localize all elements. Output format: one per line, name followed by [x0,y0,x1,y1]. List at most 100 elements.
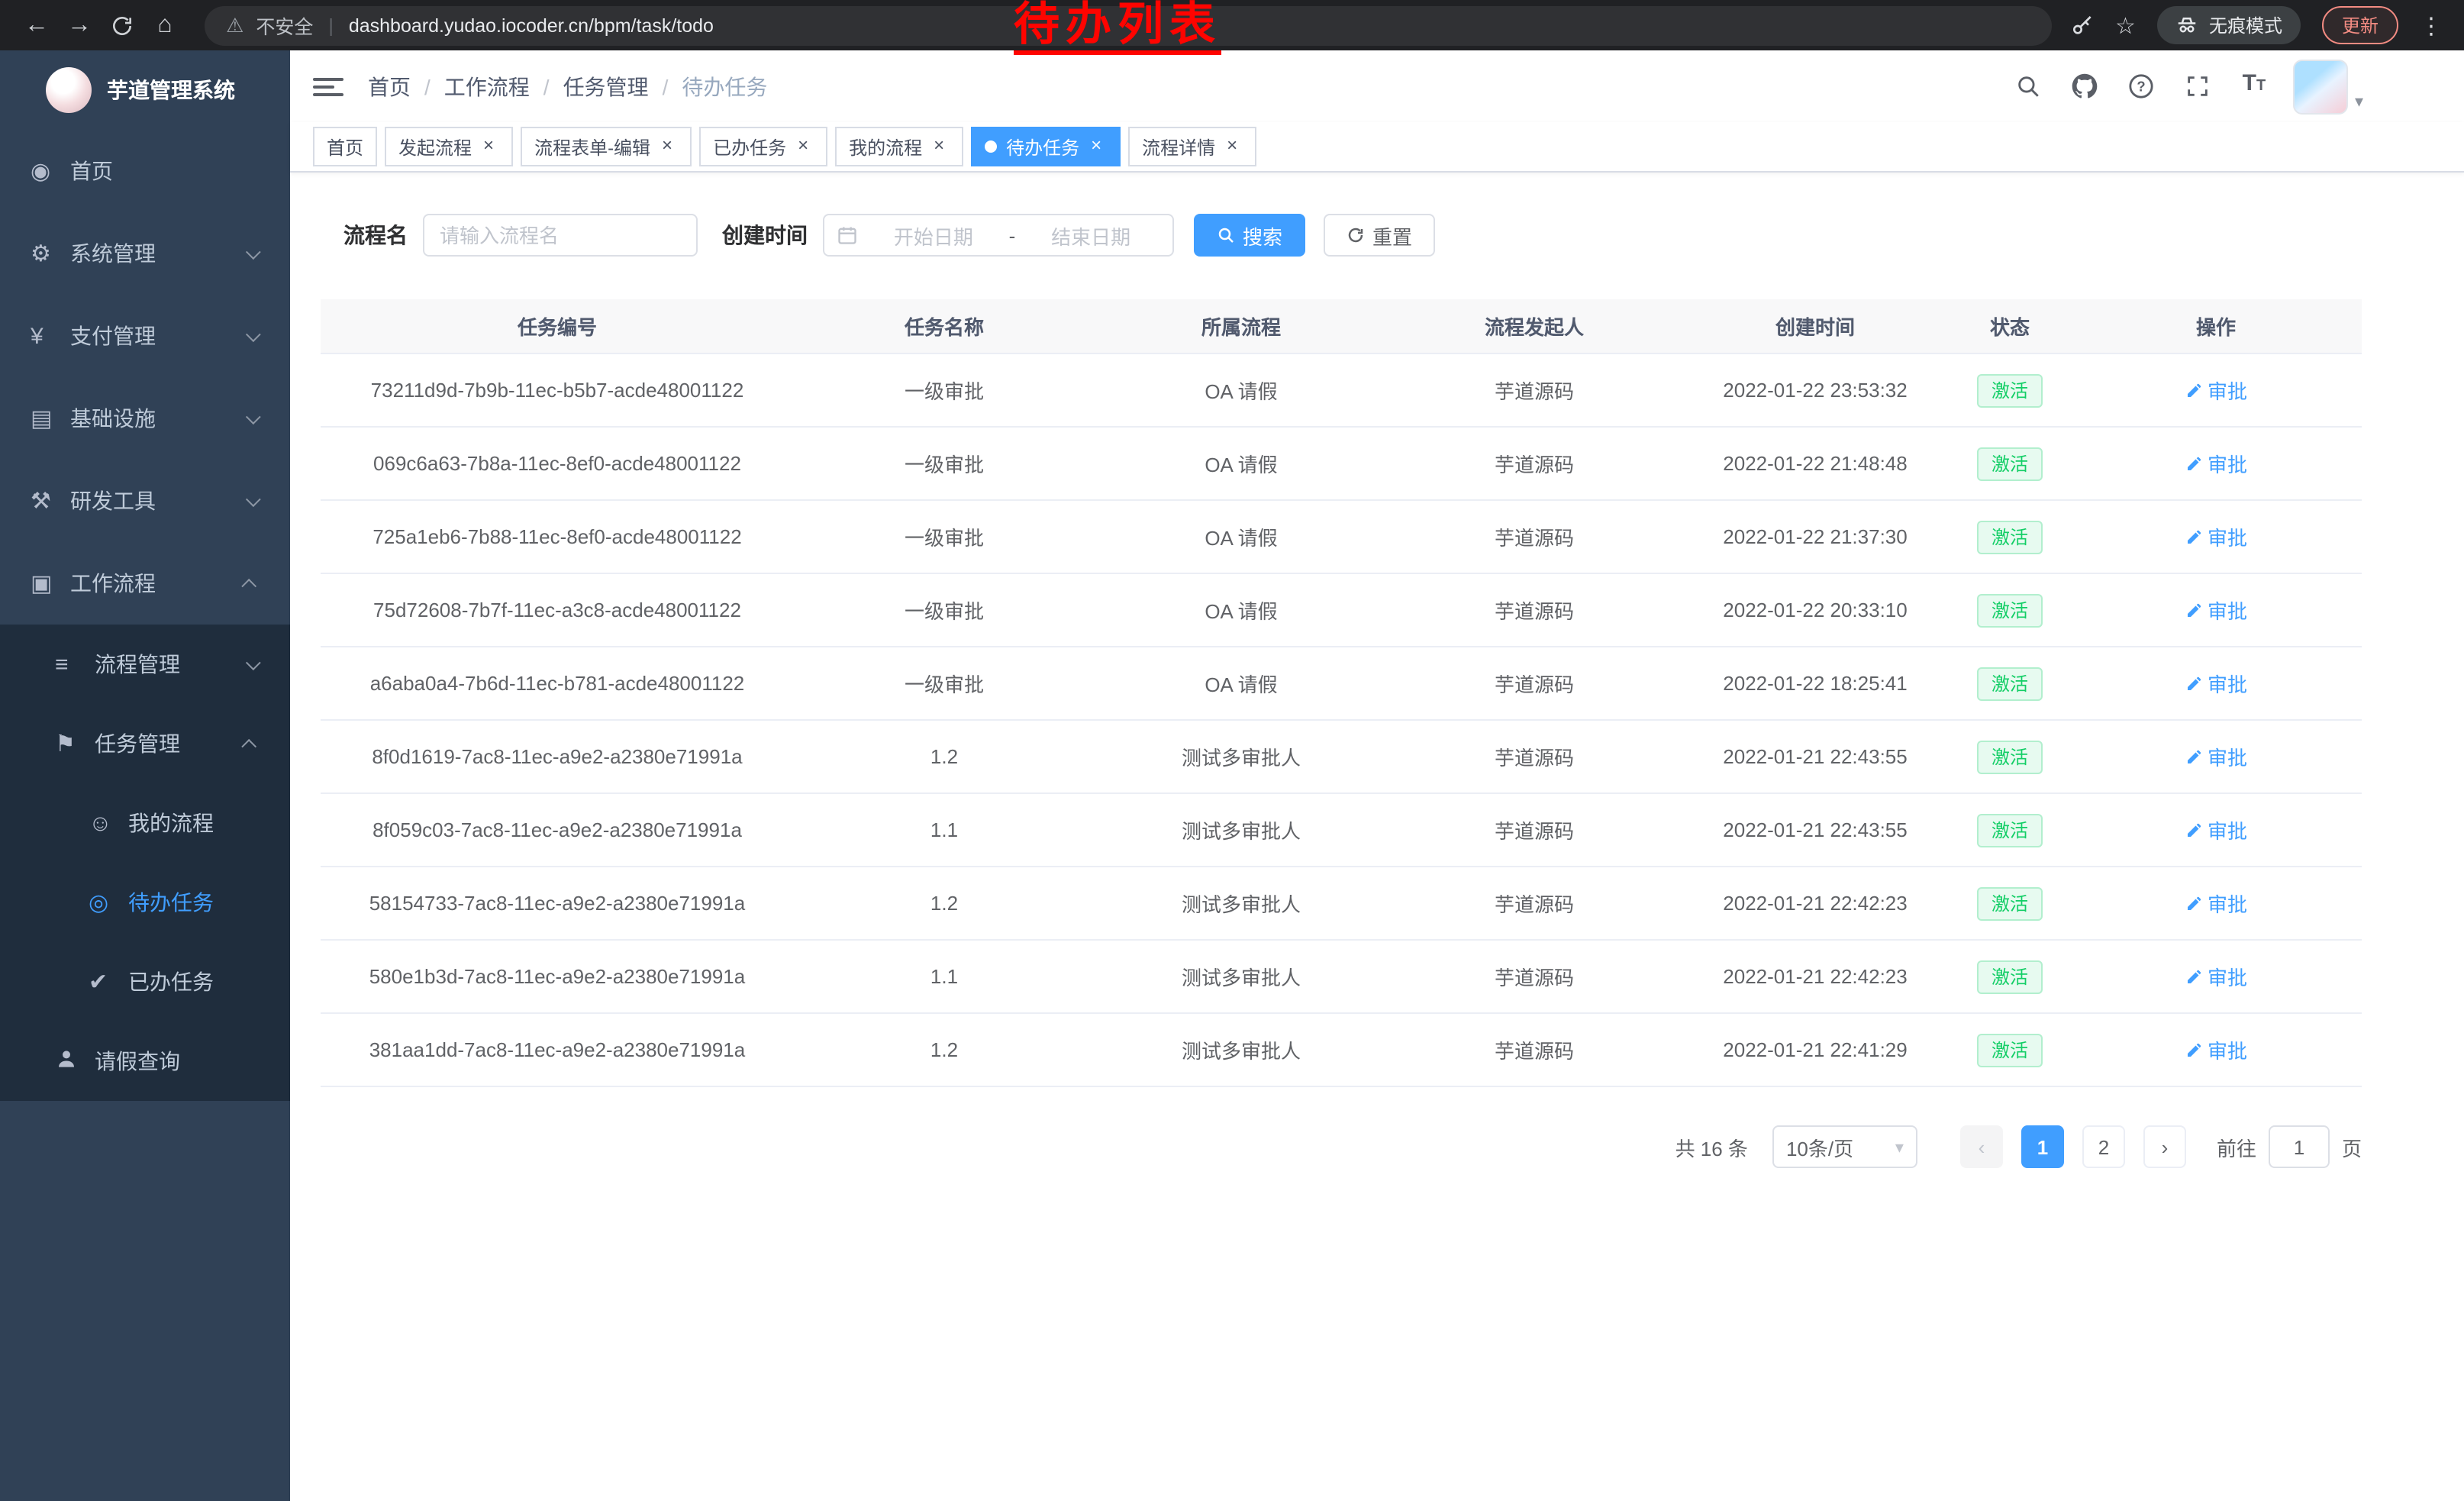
sidebar-item-process-management[interactable]: ≡ 流程管理 [0,625,290,704]
process-cell: 测试多审批人 [1095,721,1388,792]
approve-link[interactable]: 审批 [2185,669,2247,698]
svg-text:?: ? [2137,78,2145,94]
breadcrumb-task-management[interactable]: 任务管理 [563,71,682,102]
github-icon[interactable] [2068,69,2101,103]
reset-button-label: 重置 [1372,221,1412,250]
close-icon[interactable]: × [656,136,678,157]
approve-link[interactable]: 审批 [2185,376,2247,405]
font-size-icon[interactable]: TT [2237,69,2271,103]
page-button-2[interactable]: 2 [2082,1125,2125,1168]
tab-todo-tasks[interactable]: 待办任务 × [971,127,1121,166]
help-icon[interactable]: ? [2124,69,2158,103]
sidebar-item-label: 基础设施 [70,403,156,434]
create-time-cell: 2022-01-21 22:43:55 [1681,794,1950,866]
app-logo-row[interactable]: 芋道管理系统 [0,50,290,130]
page-button-1[interactable]: 1 [2021,1125,2064,1168]
action-cell: 审批 [2070,428,2362,499]
starter-cell: 芋道源码 [1388,941,1681,1012]
caret-down-icon: ▾ [2355,91,2363,114]
status-badge: 激活 [1978,886,2042,920]
browser-reload-button[interactable] [101,4,144,47]
sidebar-item-payment-management[interactable]: ¥ 支付管理 [0,295,290,377]
approve-link[interactable]: 审批 [2185,522,2247,551]
bookmark-star-icon[interactable]: ☆ [2115,11,2136,39]
close-icon[interactable]: × [1221,136,1243,157]
workflow-submenu: ≡ 流程管理 ⚑ 任务管理 ☺ 我的流程 ◎ 待办任务 [0,625,290,1101]
header-status: 状态 [1950,299,2070,353]
sidebar-item-my-process[interactable]: ☺ 我的流程 [0,783,290,863]
approve-link[interactable]: 审批 [2185,815,2247,844]
chevron-up-icon [241,738,256,754]
next-page-button[interactable]: › [2143,1125,2186,1168]
close-icon[interactable]: × [928,136,950,157]
tab-process-detail[interactable]: 流程详情 × [1128,127,1256,166]
sidebar-item-infrastructure[interactable]: ▤ 基础设施 [0,377,290,460]
sidebar-item-label: 任务管理 [95,728,180,759]
annotation-title: 待办列表 [1014,3,1221,55]
security-label[interactable]: 不安全 [256,11,313,40]
edit-icon [2185,967,2203,986]
header-task-name: 任务名称 [794,299,1095,353]
approve-link-label: 审批 [2208,962,2247,991]
key-icon[interactable] [2069,13,2094,37]
process-name-input[interactable] [423,214,698,257]
tab-my-process[interactable]: 我的流程 × [835,127,963,166]
reset-button[interactable]: 重置 [1324,214,1435,257]
page-url[interactable]: dashboard.yudao.iocoder.cn/bpm/task/todo [349,15,714,36]
edit-icon [2185,747,2203,766]
browser-home-button[interactable]: ⌂ [144,4,186,47]
tab-done-tasks[interactable]: 已办任务 × [699,127,827,166]
task-id-cell: 8f0d1619-7ac8-11ec-a9e2-a2380e71991a [321,721,794,792]
search-icon[interactable] [2011,69,2045,103]
process-cell: OA 请假 [1095,501,1388,573]
approve-link[interactable]: 审批 [2185,596,2247,625]
table-row: 069c6a63-7b8a-11ec-8ef0-acde48001122 一级审… [321,428,2362,501]
tab-home[interactable]: 首页 [313,127,377,166]
search-button[interactable]: 搜索 [1194,214,1305,257]
sidebar-item-home[interactable]: ◉ 首页 [0,130,290,212]
process-cell: 测试多审批人 [1095,794,1388,866]
page-suffix-label: 页 [2342,1132,2362,1161]
sidebar-item-workflow[interactable]: ▣ 工作流程 [0,542,290,625]
prev-page-button[interactable]: ‹ [1960,1125,2003,1168]
tab-process-form-edit[interactable]: 流程表单-编辑 × [521,127,692,166]
browser-menu-icon[interactable]: ⋮ [2420,11,2443,39]
approve-link[interactable]: 审批 [2185,449,2247,478]
page-size-select[interactable]: 10条/页 ▾ [1772,1125,1917,1168]
breadcrumb-home[interactable]: 首页 [368,71,444,102]
sidebar-item-leave-query[interactable]: 请假查询 [0,1022,290,1101]
goto-page-input[interactable] [2269,1125,2330,1168]
action-cell: 审批 [2070,721,2362,792]
tab-initiate-process[interactable]: 发起流程 × [385,127,513,166]
table-row: 381aa1dd-7ac8-11ec-a9e2-a2380e71991a 1.2… [321,1014,2362,1087]
date-range-picker[interactable]: 开始日期 - 结束日期 [823,214,1174,257]
task-name-cell: 1.2 [794,721,1095,792]
status-badge: 激活 [1978,1033,2042,1067]
breadcrumb-workflow[interactable]: 工作流程 [444,71,563,102]
fullscreen-icon[interactable] [2181,69,2214,103]
sidebar-item-dev-tools[interactable]: ⚒ 研发工具 [0,460,290,542]
approve-link[interactable]: 审批 [2185,889,2247,918]
sidebar-item-done-tasks[interactable]: ✔ 已办任务 [0,942,290,1022]
sidebar-fold-icon[interactable] [313,77,343,95]
main-area: 首页 工作流程 任务管理 待办任务 ? [290,50,2464,1501]
user-avatar[interactable]: ▾ [2294,59,2363,114]
close-icon[interactable]: × [792,136,814,157]
page-size-value: 10条/页 [1786,1132,1853,1161]
approve-link[interactable]: 审批 [2185,742,2247,771]
close-icon[interactable]: × [1085,136,1107,157]
sidebar-item-todo-tasks[interactable]: ◎ 待办任务 [0,863,290,942]
warning-icon: ⚠ [226,13,243,37]
sidebar-item-system-management[interactable]: ⚙ 系统管理 [0,212,290,295]
browser-update-button[interactable]: 更新 [2322,6,2398,44]
approve-link[interactable]: 审批 [2185,962,2247,991]
browser-forward-button[interactable]: → [58,4,101,47]
close-icon[interactable]: × [478,136,499,157]
breadcrumb: 首页 工作流程 任务管理 待办任务 [368,71,767,102]
clipboard-icon: ▣ [31,570,70,597]
approve-link[interactable]: 审批 [2185,1035,2247,1064]
status-cell: 激活 [1950,647,2070,719]
browser-back-button[interactable]: ← [15,4,58,47]
sidebar-item-task-management[interactable]: ⚑ 任务管理 [0,704,290,783]
browser-actions: ☆ 无痕模式 更新 ⋮ [2069,6,2449,44]
